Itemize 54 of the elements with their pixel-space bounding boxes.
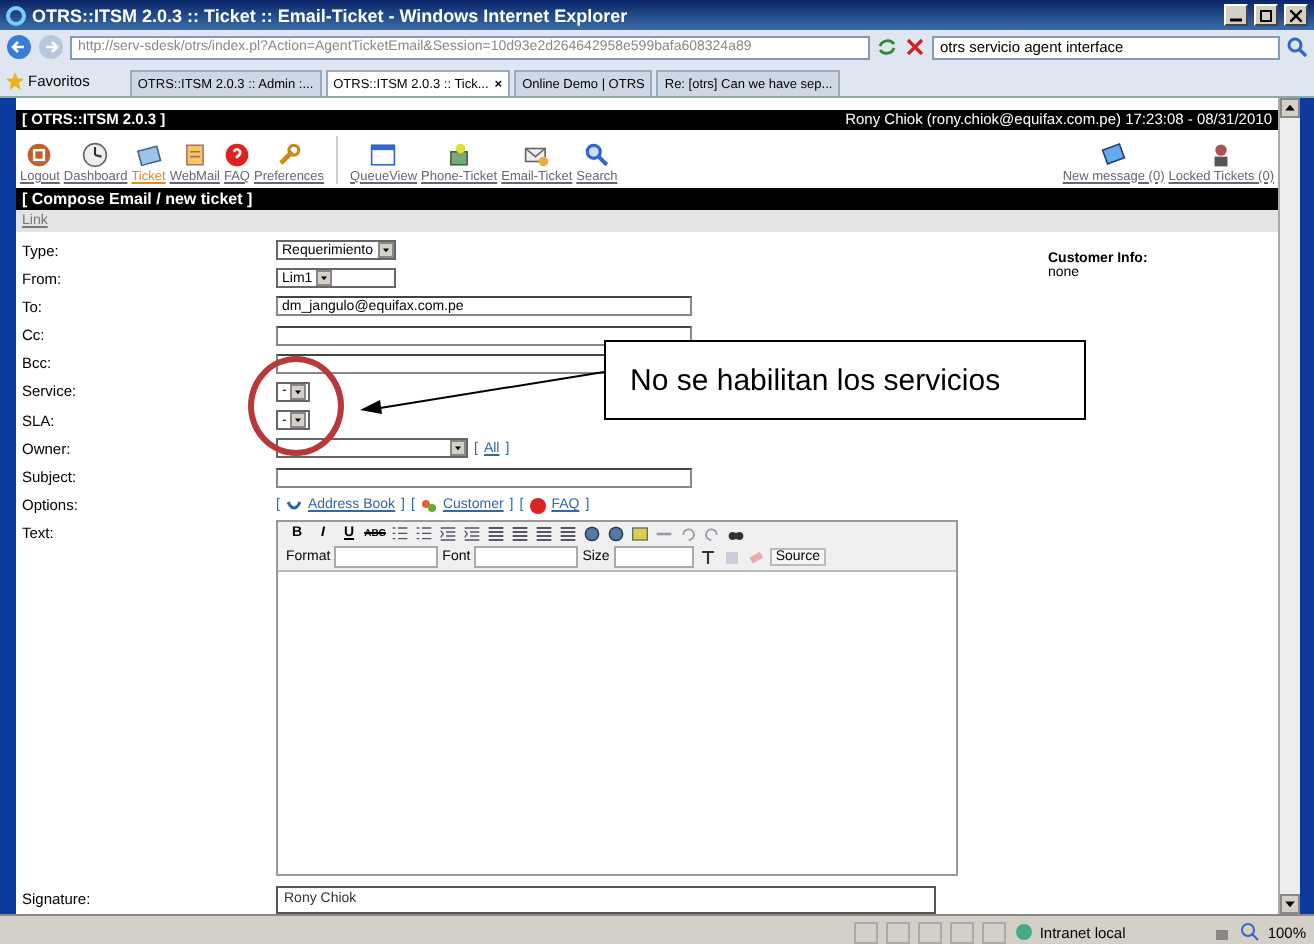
- minimize-button[interactable]: [1224, 4, 1248, 26]
- indent-icon[interactable]: [438, 523, 458, 544]
- align-icon[interactable]: [534, 523, 554, 544]
- status-panel: [949, 921, 974, 943]
- maximize-button[interactable]: [1254, 4, 1278, 26]
- select-field[interactable]: [276, 438, 468, 459]
- globe-icon: [1013, 922, 1034, 942]
- ticket-icon: [135, 141, 162, 168]
- align-icon[interactable]: [510, 523, 530, 544]
- annotation-tooltip: No se habilitan los servicios: [604, 340, 1086, 420]
- text-field[interactable]: [276, 325, 692, 346]
- caret-icon: [316, 270, 333, 287]
- list-icon[interactable]: [390, 523, 410, 544]
- clock-icon: [82, 141, 109, 168]
- caret-icon: [450, 440, 466, 457]
- status-panel: [917, 921, 942, 943]
- list-icon[interactable]: [414, 523, 434, 544]
- align-icon[interactable]: [486, 523, 506, 544]
- search-icon: [583, 141, 610, 168]
- maximize-icon: [1260, 9, 1272, 21]
- star-icon: [6, 71, 24, 89]
- card-icon: [1100, 141, 1127, 168]
- person-icon: [446, 141, 473, 168]
- status-panel: [981, 921, 1006, 943]
- highlight-circle: [248, 356, 344, 456]
- scroll-up-icon[interactable]: [1280, 98, 1300, 118]
- caret-icon: [290, 383, 307, 400]
- window-icon: [370, 141, 397, 168]
- scroll-down-icon[interactable]: [1280, 894, 1300, 914]
- status-panel: [853, 921, 878, 943]
- status-panel: [885, 921, 910, 943]
- text-color-icon[interactable]: [697, 547, 718, 568]
- browser-logo-icon: [6, 5, 26, 25]
- image-icon[interactable]: [630, 523, 650, 544]
- globe-icon[interactable]: [606, 523, 626, 544]
- refresh-icon[interactable]: [876, 36, 898, 58]
- note-icon: [181, 141, 208, 168]
- window-title: OTRS::ITSM 2.0.3 :: Ticket :: Email-Ticket - Windows Internet Explorer: [32, 5, 630, 25]
- page-title: [ Compose Email / new ticket ]: [16, 187, 1278, 211]
- text-field[interactable]: [276, 467, 692, 488]
- caret-icon: [377, 242, 394, 259]
- close-button[interactable]: [1284, 4, 1308, 26]
- caret-icon: [290, 412, 307, 429]
- align-icon[interactable]: [558, 523, 578, 544]
- indent-icon[interactable]: [462, 523, 482, 544]
- search-icon[interactable]: [1286, 36, 1308, 58]
- scrollbar[interactable]: [1278, 98, 1314, 914]
- zoom-icon: [1239, 922, 1260, 942]
- back-icon[interactable]: [6, 34, 32, 60]
- people-icon: [420, 497, 437, 514]
- wrench-icon: [276, 141, 303, 168]
- stop-icon[interactable]: [904, 36, 926, 58]
- close-icon: [1290, 9, 1302, 21]
- globe-icon[interactable]: [582, 523, 602, 544]
